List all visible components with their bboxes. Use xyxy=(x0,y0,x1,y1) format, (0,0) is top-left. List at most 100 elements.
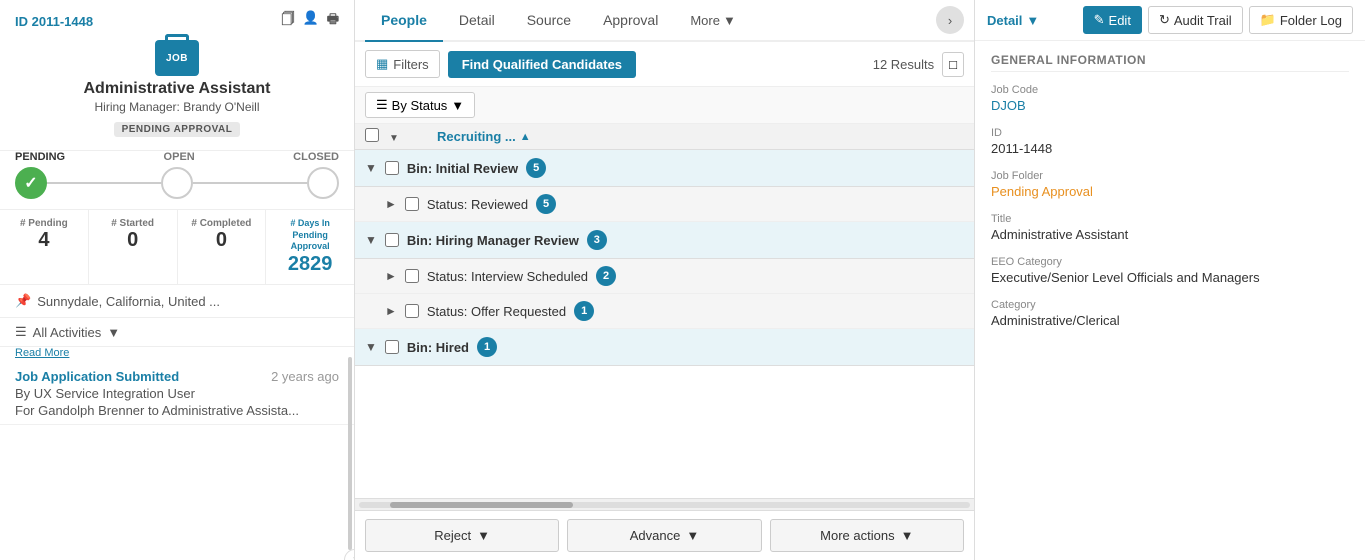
status-checkbox-2[interactable] xyxy=(405,269,419,283)
tab-detail[interactable]: Detail xyxy=(443,0,511,42)
progress-label-closed: CLOSED xyxy=(293,151,339,163)
reject-button[interactable]: Reject ▼ xyxy=(365,519,559,552)
audit-trail-icon: ↻ xyxy=(1159,12,1170,28)
recruiting-column-header[interactable]: Recruiting ... ▲ xyxy=(437,129,794,144)
copy-icon[interactable]: 🗍 xyxy=(282,10,295,32)
status-offer-requested[interactable]: ► Status: Offer Requested 1 xyxy=(355,294,974,329)
progress-step-2 xyxy=(161,167,193,199)
bin-checkbox-1[interactable] xyxy=(385,161,399,175)
bin-hiring-manager-review[interactable]: ▼ Bin: Hiring Manager Review 3 xyxy=(355,222,974,259)
advance-button[interactable]: Advance ▼ xyxy=(567,519,761,552)
status-label-1: Status: Reviewed xyxy=(427,197,528,212)
tab-approval[interactable]: Approval xyxy=(587,0,674,42)
bin-checkbox-2[interactable] xyxy=(385,233,399,247)
advance-label: Advance xyxy=(630,528,681,543)
right-panel-title: Detail ▼ xyxy=(987,13,1039,28)
activity-time: 2 years ago xyxy=(271,369,339,384)
status-checkbox-1[interactable] xyxy=(405,197,419,211)
left-panel: ID 2011-1448 🗍 👤 🖶 JOB Administrative As… xyxy=(0,0,355,560)
folder-log-button[interactable]: 📁 Folder Log xyxy=(1249,6,1353,34)
stat-pending: # Pending 4 xyxy=(0,210,89,284)
print-icon[interactable]: 🖶 xyxy=(327,10,339,32)
activities-row[interactable]: ☰ All Activities ▼ xyxy=(0,318,354,347)
detail-title-text: Detail xyxy=(987,13,1022,28)
select-all-checkbox[interactable] xyxy=(365,128,385,145)
sort-icon: ☰ xyxy=(376,97,388,113)
stat-days: # Days InPendingApproval 2829 xyxy=(266,210,354,284)
stat-completed-value: 0 xyxy=(182,229,262,252)
header-checkbox[interactable] xyxy=(365,128,379,142)
bin-initial-review[interactable]: ▼ Bin: Initial Review 5 xyxy=(355,150,974,187)
sort-dropdown[interactable]: ☰ By Status ▼ xyxy=(365,92,475,118)
more-actions-button[interactable]: More actions ▼ xyxy=(770,519,964,552)
audit-trail-label: Audit Trail xyxy=(1174,13,1232,28)
audit-trail-button[interactable]: ↻ Audit Trail xyxy=(1148,6,1243,34)
header-chevron: ▼ xyxy=(389,129,409,144)
activities-chevron-icon: ▼ xyxy=(107,325,120,340)
table-area[interactable]: ▼ Bin: Initial Review 5 ► Status: Review… xyxy=(355,150,974,498)
job-briefcase-icon: JOB xyxy=(155,40,199,76)
job-id-text: ID 2011-1448 xyxy=(15,14,93,29)
h-scroll-thumb xyxy=(390,502,573,508)
status-checkbox-3[interactable] xyxy=(405,304,419,318)
reject-arrow-icon: ▼ xyxy=(477,528,490,543)
bin-badge-3: 1 xyxy=(477,337,497,357)
status-expand-icon-2: ► xyxy=(385,269,397,283)
advance-arrow-icon: ▼ xyxy=(686,528,699,543)
toolbar: ▦ Filters Find Qualified Candidates 12 R… xyxy=(355,42,974,87)
filter-icon-activities: ☰ xyxy=(15,324,27,340)
filters-label: Filters xyxy=(393,57,428,72)
checkmark-icon: ✓ xyxy=(24,173,37,193)
field-job-code: Job Code DJOB xyxy=(991,84,1349,113)
status-interview-scheduled[interactable]: ► Status: Interview Scheduled 2 xyxy=(355,259,974,294)
field-title: Title Administrative Assistant xyxy=(991,213,1349,242)
read-more-link[interactable]: Read More xyxy=(0,347,354,359)
tab-source[interactable]: Source xyxy=(511,0,587,42)
status-badge-3: 1 xyxy=(574,301,594,321)
stat-pending-value: 4 xyxy=(4,229,84,252)
activity-detail-1: By UX Service Integration User xyxy=(15,386,339,401)
right-header: ✎ Edit ↻ Audit Trail 📁 Folder Log Detail… xyxy=(975,0,1365,41)
job-title: Administrative Assistant xyxy=(15,80,339,98)
detail-chevron-icon: ▼ xyxy=(1026,13,1039,28)
filters-button[interactable]: ▦ Filters xyxy=(365,50,440,78)
section-title-general: GENERAL INFORMATION xyxy=(991,53,1349,72)
column-header-row: ▼ Recruiting ... ▲ xyxy=(355,124,974,150)
h-scroll-track xyxy=(359,502,970,508)
sort-bar: ☰ By Status ▼ xyxy=(355,87,974,124)
progress-line-2 xyxy=(193,182,307,184)
sort-chevron-icon: ▼ xyxy=(451,98,464,113)
field-value-job-folder[interactable]: Pending Approval xyxy=(991,184,1349,199)
activity-item: Job Application Submitted 2 years ago By… xyxy=(0,363,354,425)
expand-button[interactable]: □ xyxy=(942,52,964,77)
field-id: ID 2011-1448 xyxy=(991,127,1349,156)
tab-more[interactable]: More ▼ xyxy=(674,1,752,42)
edit-icon: ✎ xyxy=(1094,12,1105,28)
find-candidates-button[interactable]: Find Qualified Candidates xyxy=(448,51,636,78)
bin-hired[interactable]: ▼ Bin: Hired 1 xyxy=(355,329,974,366)
job-id-icons: 🗍 👤 🖶 xyxy=(282,10,339,32)
bin-expand-icon-2: ▼ xyxy=(365,233,377,247)
hiring-manager: Hiring Manager: Brandy O'Neill xyxy=(15,100,339,114)
activity-title[interactable]: Job Application Submitted xyxy=(15,369,179,384)
stat-started: # Started 0 xyxy=(89,210,178,284)
job-icon-label: JOB xyxy=(166,53,188,64)
stat-completed-label: # Completed xyxy=(182,218,262,229)
field-label-job-folder: Job Folder xyxy=(991,170,1349,182)
status-label-2: Status: Interview Scheduled xyxy=(427,269,588,284)
stat-started-label: # Started xyxy=(93,218,173,229)
status-reviewed[interactable]: ► Status: Reviewed 5 xyxy=(355,187,974,222)
tab-next-button[interactable]: › xyxy=(936,6,964,34)
tab-people[interactable]: People xyxy=(365,0,443,42)
edit-button[interactable]: ✎ Edit xyxy=(1083,6,1142,34)
bin-checkbox-3[interactable] xyxy=(385,340,399,354)
job-header: ID 2011-1448 🗍 👤 🖶 JOB Administrative As… xyxy=(0,0,354,151)
left-panel-scroll[interactable]: Read More Job Application Submitted 2 ye… xyxy=(0,347,354,560)
field-value-eeo-category: Executive/Senior Level Officials and Man… xyxy=(991,270,1349,285)
horizontal-scrollbar[interactable] xyxy=(355,498,974,510)
scroll-bar xyxy=(348,357,352,550)
field-category: Category Administrative/Clerical xyxy=(991,299,1349,328)
sort-label: By Status xyxy=(392,98,448,113)
person-icon[interactable]: 👤 xyxy=(303,10,319,32)
field-value-job-code[interactable]: DJOB xyxy=(991,98,1349,113)
